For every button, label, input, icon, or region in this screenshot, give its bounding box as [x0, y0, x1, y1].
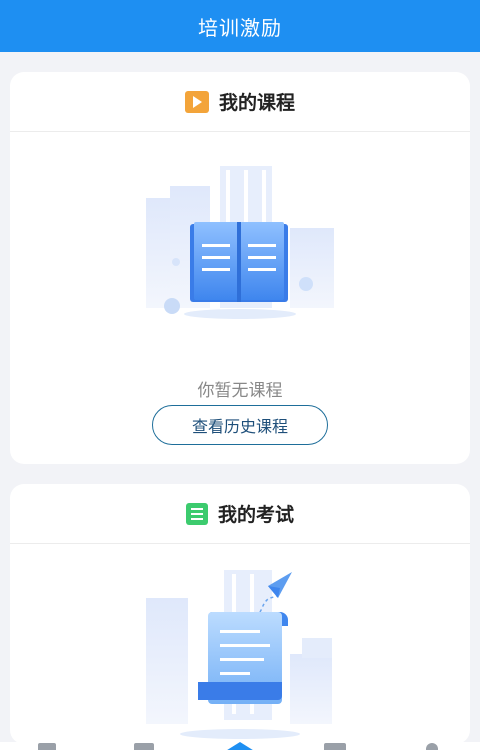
empty-book-illustration	[146, 166, 334, 319]
exam-card-header: 我的考试	[10, 484, 470, 544]
play-square-icon	[184, 90, 209, 113]
empty-course-text: 你暂无课程	[197, 381, 283, 401]
exam-list-icon	[185, 502, 208, 525]
course-card-title: 我的课程	[218, 92, 295, 114]
tab-home-icon[interactable]	[224, 742, 256, 750]
view-history-course-button[interactable]: 查看历史课程	[152, 405, 328, 445]
tab-1-icon[interactable]	[38, 743, 56, 750]
tab-4-icon[interactable]	[324, 743, 346, 750]
exam-paper-illustration	[146, 570, 332, 739]
page-title: 培训激励	[198, 15, 282, 40]
tab-2-icon[interactable]	[134, 743, 154, 750]
my-course-card: 我的课程 你暂无课程 查看历史课程	[10, 72, 470, 464]
app-header: 培训激励	[0, 0, 480, 52]
my-exam-card: 我的考试	[10, 484, 470, 744]
tab-profile-icon[interactable]	[426, 743, 438, 750]
course-card-header: 我的课程	[10, 72, 470, 132]
bottom-tabbar	[0, 742, 480, 750]
exam-card-title: 我的考试	[217, 504, 294, 526]
